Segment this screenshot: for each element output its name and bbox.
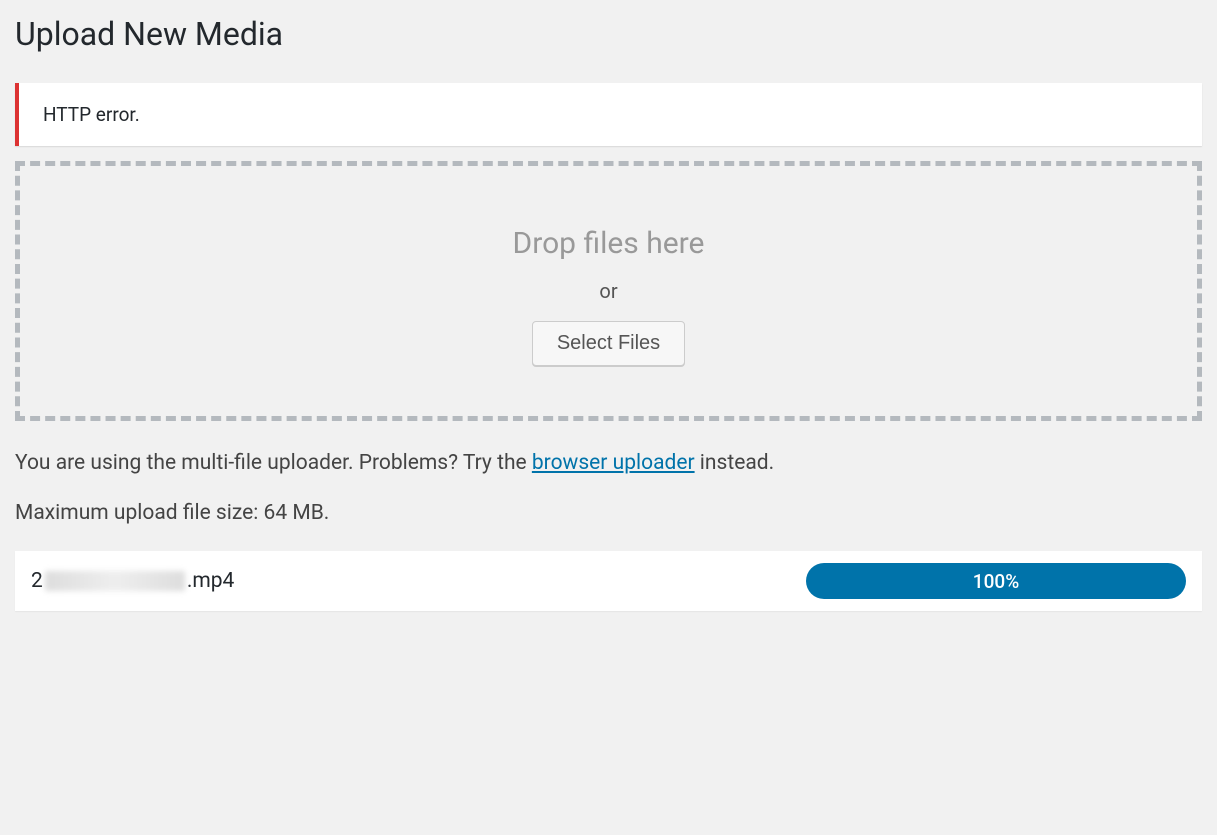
filename-prefix: 2 — [31, 569, 43, 593]
dropzone-heading: Drop files here — [20, 226, 1197, 261]
error-message: HTTP error. — [43, 103, 1178, 126]
uploader-info: You are using the multi-file uploader. P… — [15, 451, 1202, 475]
upload-dropzone[interactable]: Drop files here or Select Files — [15, 161, 1202, 421]
upload-filename: 2 .mp4 — [31, 569, 234, 593]
filename-suffix: .mp4 — [187, 569, 235, 593]
error-notice: HTTP error. — [15, 83, 1202, 146]
dropzone-or-text: or — [20, 279, 1197, 303]
upload-progress-bar: 100% — [806, 563, 1186, 599]
filename-redacted — [45, 571, 185, 591]
upload-progress-percent: 100% — [973, 570, 1019, 593]
select-files-button[interactable]: Select Files — [532, 321, 685, 366]
max-upload-size: Maximum upload file size: 64 MB. — [15, 501, 1202, 525]
uploader-info-prefix: You are using the multi-file uploader. P… — [15, 451, 532, 475]
browser-uploader-link[interactable]: browser uploader — [532, 451, 695, 475]
uploader-info-suffix: instead. — [695, 451, 775, 475]
page-title: Upload New Media — [15, 15, 1202, 53]
upload-progress-row: 2 .mp4 100% — [15, 551, 1202, 611]
